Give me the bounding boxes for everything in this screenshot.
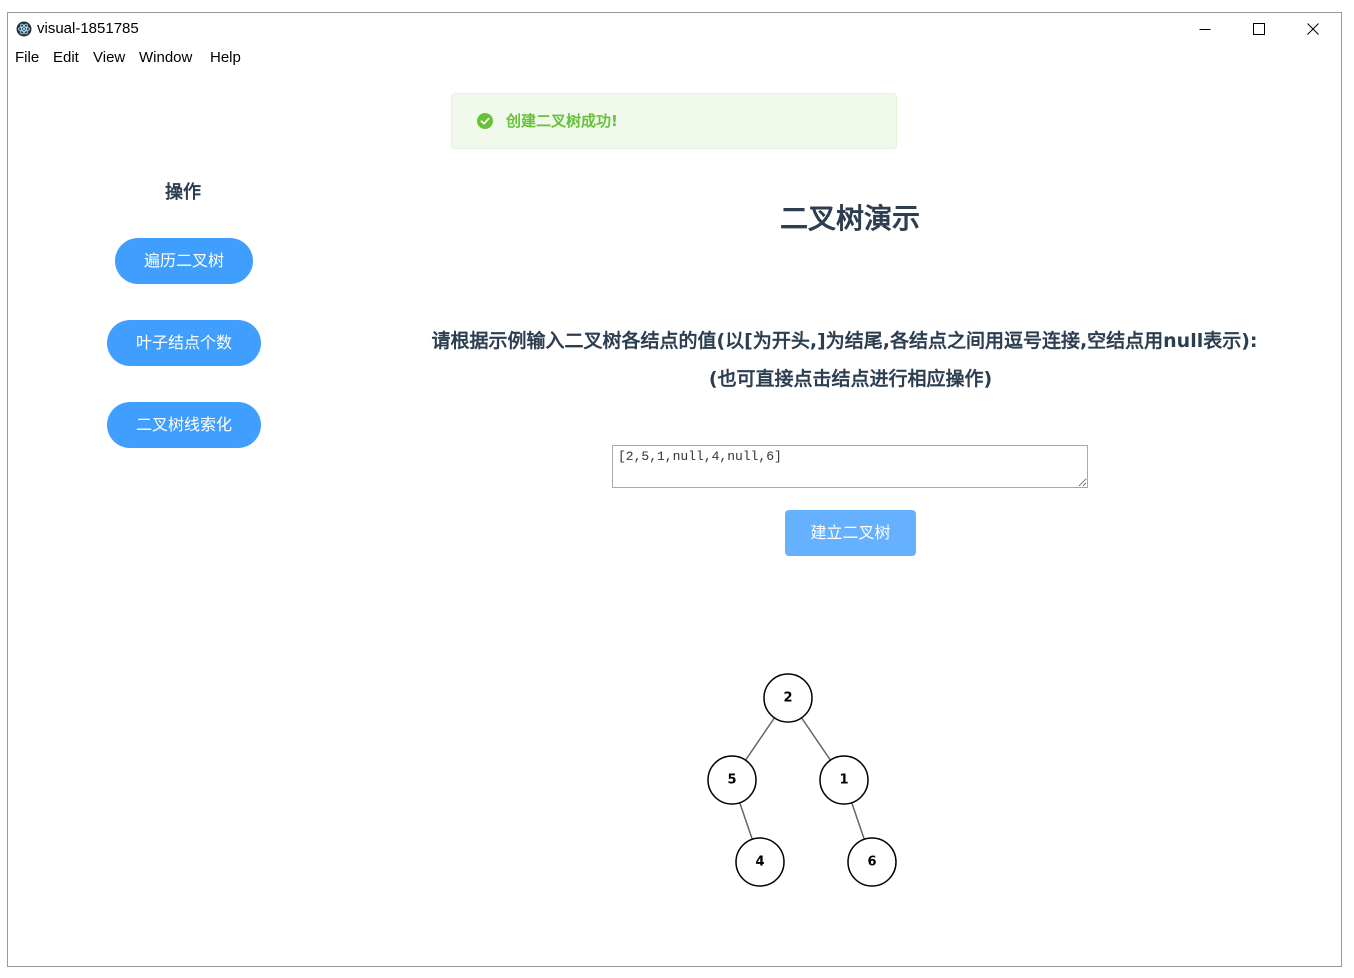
- tree-node-label: 1: [839, 773, 848, 788]
- close-icon: [1307, 23, 1319, 35]
- build-tree-button[interactable]: 建立二叉树: [785, 510, 916, 556]
- tree-node[interactable]: 1: [819, 755, 869, 805]
- menu-window[interactable]: Window: [139, 45, 192, 71]
- tree-node-label: 5: [727, 773, 736, 788]
- window-title: visual-1851785: [37, 20, 139, 37]
- maximize-icon: [1253, 23, 1265, 35]
- app-window: visual-1851785 File Edit View Window Hel…: [7, 12, 1342, 967]
- maximize-button[interactable]: [1232, 13, 1286, 45]
- close-button[interactable]: [1286, 13, 1340, 45]
- menu-view[interactable]: View: [93, 45, 125, 71]
- electron-atom-icon: [16, 21, 32, 37]
- tree-node[interactable]: 5: [707, 755, 757, 805]
- title-bar: visual-1851785: [8, 13, 1341, 45]
- menu-edit[interactable]: Edit: [53, 45, 79, 71]
- tree-node-label: 6: [867, 855, 876, 870]
- input-hint: (也可直接点击结点进行相应操作): [708, 368, 993, 390]
- threading-button[interactable]: 二叉树线索化: [107, 402, 261, 448]
- tree-values-input[interactable]: [2,5,1,null,4,null,6]: [612, 445, 1088, 488]
- page-title: 二叉树演示: [779, 202, 920, 235]
- leaf-count-button[interactable]: 叶子结点个数: [107, 320, 261, 366]
- minimize-icon: [1199, 29, 1211, 30]
- tree-node[interactable]: 6: [847, 837, 897, 887]
- minimize-button[interactable]: [1178, 13, 1232, 45]
- input-instruction: 请根据示例输入二叉树各结点的值(以[为开头,]为结尾,各结点之间用逗号连接,空结…: [431, 330, 1258, 352]
- binary-tree-canvas: 2 5 1 4 6: [707, 673, 897, 887]
- check-circle-icon: [477, 113, 493, 129]
- menu-help[interactable]: Help: [210, 45, 241, 71]
- tree-node[interactable]: 4: [735, 837, 785, 887]
- menu-bar: File Edit View Window Help: [8, 45, 1341, 71]
- tree-node-label: 2: [783, 691, 792, 706]
- tree-node-label: 4: [755, 855, 764, 870]
- menu-file[interactable]: File: [15, 45, 39, 71]
- success-message-text: 创建二叉树成功!: [506, 112, 618, 130]
- traverse-tree-button[interactable]: 遍历二叉树: [115, 238, 253, 284]
- sidebar-title: 操作: [165, 182, 201, 203]
- tree-node[interactable]: 2: [763, 673, 813, 723]
- success-message: 创建二叉树成功!: [451, 93, 897, 149]
